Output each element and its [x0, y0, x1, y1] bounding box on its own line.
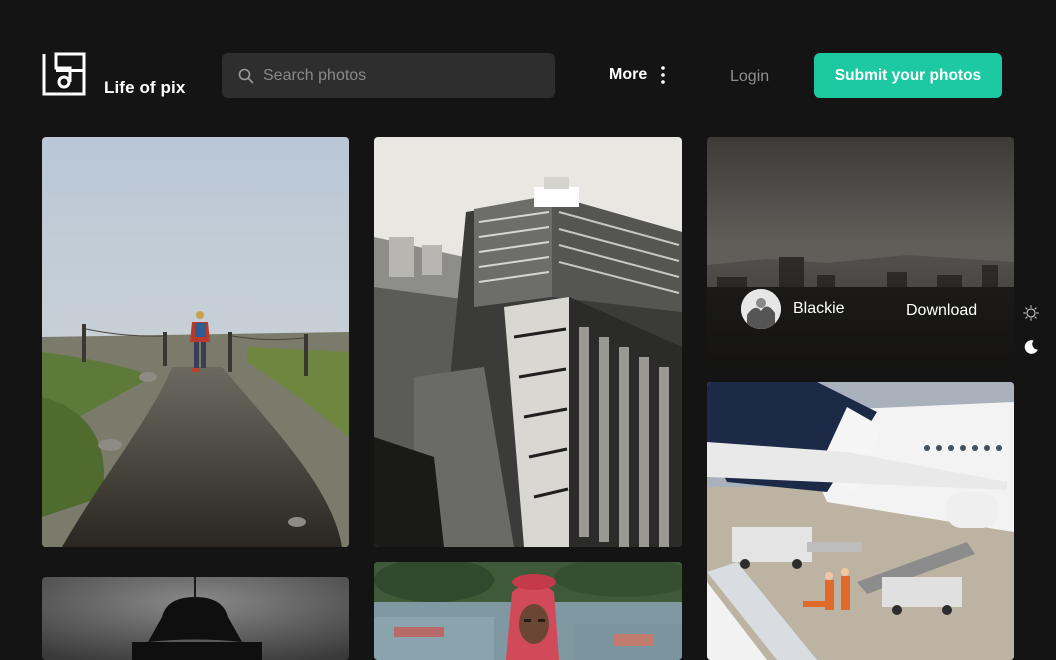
photo-city-building: [374, 137, 682, 547]
brand-logo[interactable]: Life of pix: [42, 52, 186, 97]
author-info[interactable]: Blackie: [741, 289, 845, 329]
photo-airplane-crew: [707, 382, 1014, 660]
more-menu-button[interactable]: More: [609, 66, 666, 84]
logo-mark-icon: [42, 52, 86, 96]
photo-hat-silhouette: [42, 577, 349, 660]
photo-card[interactable]: [42, 137, 349, 547]
vertical-dots-icon: [661, 66, 666, 84]
search-input[interactable]: [263, 66, 533, 85]
avatar: [741, 289, 781, 329]
brand-name: Life of pix: [104, 78, 186, 97]
more-label: More: [609, 66, 648, 83]
download-link[interactable]: Download: [906, 302, 977, 320]
submit-photos-button[interactable]: Submit your photos: [814, 53, 1002, 98]
photo-red-hood: [374, 562, 682, 660]
photo-card[interactable]: Blackie Download: [707, 137, 1014, 366]
search-bar[interactable]: [222, 53, 555, 98]
photo-hover-overlay: [707, 137, 1014, 366]
photo-card[interactable]: [42, 577, 349, 660]
login-link[interactable]: Login: [730, 68, 769, 86]
sun-icon[interactable]: [1023, 305, 1039, 321]
search-icon: [238, 68, 254, 83]
author-name: Blackie: [793, 300, 845, 317]
photo-card[interactable]: [374, 562, 682, 660]
page: Life of pix More Login Submit your photo…: [0, 0, 1056, 660]
photo-card[interactable]: [707, 382, 1014, 660]
moon-icon[interactable]: [1023, 339, 1039, 355]
photo-foggy-trail: [42, 137, 349, 547]
photo-card[interactable]: [374, 137, 682, 547]
